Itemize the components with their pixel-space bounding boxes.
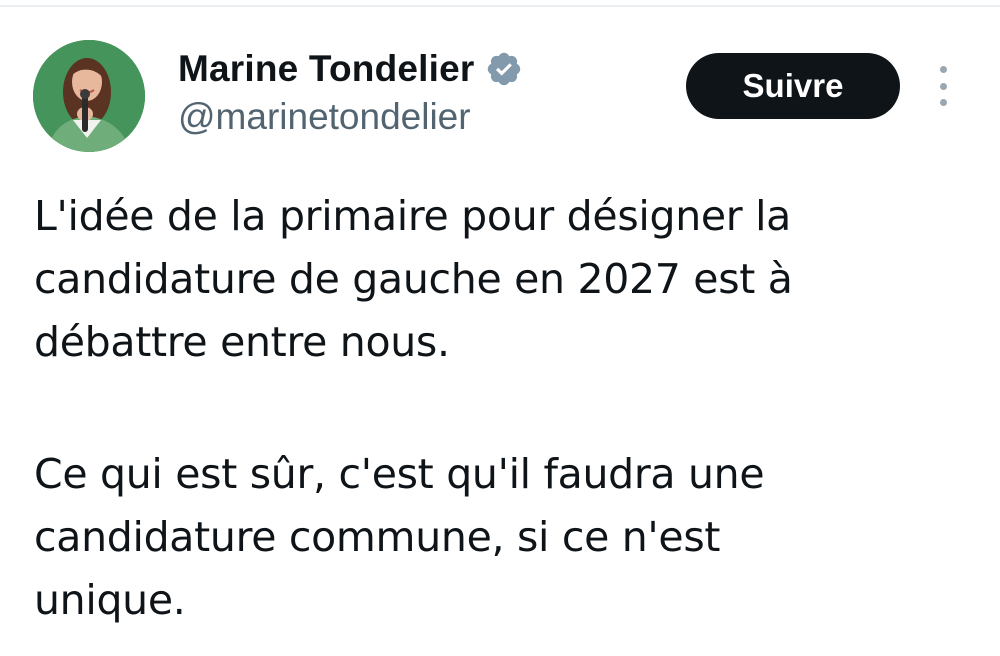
- tweet-text: L'idée de la primaire pour désigner la c…: [34, 185, 974, 632]
- verified-badge-icon[interactable]: [485, 50, 523, 88]
- display-name[interactable]: Marine Tondelier: [178, 48, 475, 90]
- user-handle[interactable]: @marinetondelier: [178, 96, 471, 138]
- tweet-paragraph-1: L'idée de la primaire pour désigner la c…: [34, 192, 793, 366]
- vertical-ellipsis-icon[interactable]: [928, 60, 958, 112]
- tweet-paragraph-2: Ce qui est sûr, c'est qu'il faudra une c…: [34, 450, 765, 624]
- profile-photo-icon: [33, 40, 145, 152]
- ellipsis-dot: [939, 66, 947, 73]
- ellipsis-dot: [939, 99, 947, 106]
- tweet-header: Marine Tondelier @marinetondelier Suivre: [0, 0, 1000, 160]
- display-name-row: Marine Tondelier: [178, 44, 523, 94]
- ellipsis-dot: [939, 82, 947, 90]
- follow-button[interactable]: Suivre: [686, 53, 900, 119]
- avatar[interactable]: [33, 40, 145, 152]
